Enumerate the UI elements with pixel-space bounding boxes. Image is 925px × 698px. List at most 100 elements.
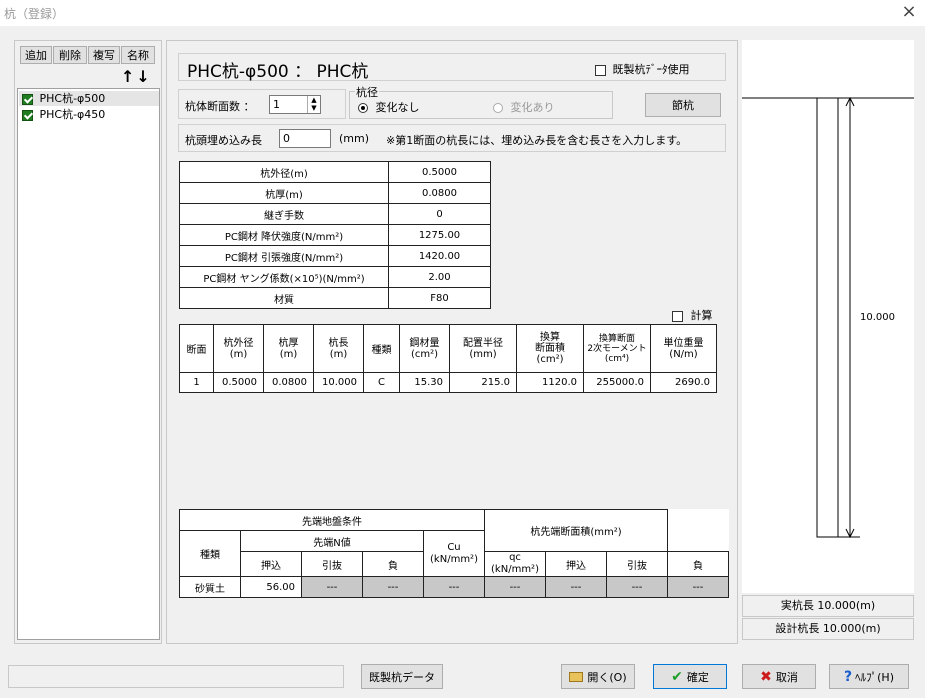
cell: ---	[484, 576, 546, 598]
copy-button[interactable]: 複写	[88, 46, 120, 64]
prop-value[interactable]: 1275.00	[388, 224, 491, 246]
radio-icon	[493, 103, 503, 113]
embed-input[interactable]: 0	[279, 129, 331, 148]
open-button[interactable]: 開く(O)	[561, 664, 635, 689]
prop-name: 杭外径(m)	[179, 161, 389, 183]
check-icon[interactable]	[22, 93, 33, 105]
prop-name: PC鋼材 降伏強度(N/mm²)	[179, 224, 389, 246]
cell: ---	[423, 576, 485, 598]
col-header: 鋼材量 (cm²)	[399, 324, 450, 373]
embed-value: 0	[283, 132, 290, 145]
checkbox-icon[interactable]	[595, 64, 606, 76]
pull-header: 引抜	[301, 551, 363, 577]
change-label: 変化あり	[510, 101, 555, 114]
tip-condition-table: 先端地盤条件 杭先端断面積(mm²) 種類 先端N値 Cu (kN/mm²) 押…	[179, 509, 729, 598]
help-label: ﾍﾙﾌﾟ(H)	[855, 670, 894, 684]
cell: ---	[606, 576, 668, 598]
cell[interactable]: 10.000	[313, 372, 364, 393]
design-length-box: 設計杭長 10.000(m)	[742, 618, 914, 640]
cell: ---	[301, 576, 363, 598]
neg-header: 負	[362, 551, 424, 577]
use-existing-checkbox[interactable]: 既製杭ﾃﾞｰﾀ使用	[595, 61, 690, 77]
ground-header: 先端地盤条件	[179, 509, 485, 531]
prop-value[interactable]: 2.00	[388, 266, 491, 288]
cell[interactable]: 56.00	[240, 576, 302, 598]
col-header: 種類	[363, 324, 400, 373]
actual-length: 実杭長 10.000(m)	[780, 599, 876, 612]
ok-button[interactable]: ✔ 確定	[653, 664, 727, 689]
prop-value[interactable]: 0.0800	[388, 182, 491, 204]
embed-unit: (mm)	[339, 132, 370, 145]
cancel-label: 取消	[775, 670, 798, 684]
col-header: 杭長 (m)	[313, 324, 364, 373]
no-change-radio[interactable]: 変化なし	[358, 99, 420, 115]
section-count-box: 杭体断面数 ： 1 ▲ ▼	[178, 89, 346, 119]
status-bar	[8, 665, 344, 688]
pile-list[interactable]: PHC杭-φ500 PHC杭-φ450	[17, 88, 160, 640]
window-title: 杭（登録）	[4, 7, 65, 21]
col-header: 換算断面 2次モーメント (cm⁴)	[583, 324, 651, 373]
diameter-group-label: 杭径	[355, 84, 379, 100]
cell[interactable]: 255000.0	[583, 372, 651, 393]
cell[interactable]: 砂質土	[179, 576, 241, 598]
checkbox-icon[interactable]	[672, 310, 683, 322]
section-count-input[interactable]: 1 ▲ ▼	[269, 95, 321, 114]
question-icon: ?	[844, 668, 853, 685]
prop-value[interactable]: 1420.00	[388, 245, 491, 267]
cancel-button[interactable]: ✖ 取消	[742, 664, 816, 689]
design-length: 設計杭長 10.000(m)	[775, 622, 881, 635]
existing-pile-data-button[interactable]: 既製杭データ	[361, 664, 443, 689]
cell[interactable]: 15.30	[399, 372, 450, 393]
table-row[interactable]: 1 0.5000 0.0800 10.000 C 15.30 215.0 112…	[179, 372, 717, 393]
check-icon[interactable]	[22, 109, 33, 121]
cell: ---	[667, 576, 729, 598]
cell[interactable]: 2690.0	[650, 372, 717, 393]
radio-selected-icon[interactable]	[358, 103, 368, 113]
cell[interactable]: 0.0800	[263, 372, 314, 393]
cell: ---	[362, 576, 424, 598]
qc-header: qc (kN/mm²)	[484, 551, 546, 577]
spinner-arrows-icon[interactable]: ▲ ▼	[307, 96, 320, 113]
delete-button[interactable]: 削除	[53, 46, 87, 64]
cell[interactable]: 0.5000	[213, 372, 264, 393]
change-radio: 変化あり	[493, 99, 555, 115]
list-item[interactable]: PHC杭-φ450	[19, 107, 159, 122]
node-pile-button[interactable]: 節杭	[645, 93, 721, 117]
col-header: 換算 断面積 (cm²)	[516, 324, 584, 373]
cell[interactable]: 1	[179, 372, 214, 393]
cell[interactable]: C	[363, 372, 400, 393]
list-item[interactable]: PHC杭-φ500	[19, 91, 159, 106]
col-header: 単位重量 (N/m)	[650, 324, 717, 373]
cell[interactable]: 1120.0	[516, 372, 584, 393]
calc-checkbox[interactable]: 計算	[672, 307, 713, 323]
add-button[interactable]: 追加	[20, 46, 52, 64]
pile-name-box: PHC杭-φ500 ： PHC杭 既製杭ﾃﾞｰﾀ使用	[178, 53, 726, 82]
prop-value[interactable]: F80	[388, 287, 491, 309]
prop-name: PC鋼材 ヤング係数(×10⁵)(N/mm²)	[179, 266, 389, 288]
table-row[interactable]: 砂質土 56.00 --- --- --- --- --- --- ---	[179, 576, 729, 598]
type-header: 種類	[179, 530, 241, 577]
cu-header: Cu (kN/mm²)	[423, 530, 485, 577]
title-bar: 杭（登録） ×	[0, 0, 925, 26]
section-count-value: 1	[273, 98, 280, 111]
help-button[interactable]: ? ﾍﾙﾌﾟ(H)	[829, 664, 909, 689]
ok-label: 確定	[686, 670, 709, 684]
section-table: 断面 杭外径 (m) 杭厚 (m) 杭長 (m) 種類 鋼材量 (cm²) 配置…	[179, 324, 717, 393]
pile-title: PHC杭-φ500 ： PHC杭	[187, 62, 369, 82]
cell: ---	[545, 576, 607, 598]
no-change-label: 変化なし	[375, 101, 420, 114]
diagram-length-label: 10.000	[860, 312, 895, 323]
move-arrows-icon[interactable]: ↑↓	[121, 67, 152, 86]
col-header: 杭厚 (m)	[263, 324, 314, 373]
prop-name: 材質	[179, 287, 389, 309]
prop-name: 継ぎ手数	[179, 203, 389, 225]
cell[interactable]: 215.0	[449, 372, 517, 393]
list-item-label: PHC杭-φ500	[39, 92, 106, 105]
prop-value[interactable]: 0.5000	[388, 161, 491, 183]
rename-button[interactable]: 名称	[121, 46, 155, 64]
push-header: 押込	[240, 551, 302, 577]
prop-value[interactable]: 0	[388, 203, 491, 225]
properties-table: 杭外径(m) 0.5000 杭厚(m) 0.0800 継ぎ手数 0 PC鋼材 降伏強度…	[179, 161, 491, 309]
embed-note: ※第1断面の杭長には、埋め込み長を含む長さを入力します。	[386, 134, 688, 147]
close-icon[interactable]: ×	[898, 2, 920, 22]
